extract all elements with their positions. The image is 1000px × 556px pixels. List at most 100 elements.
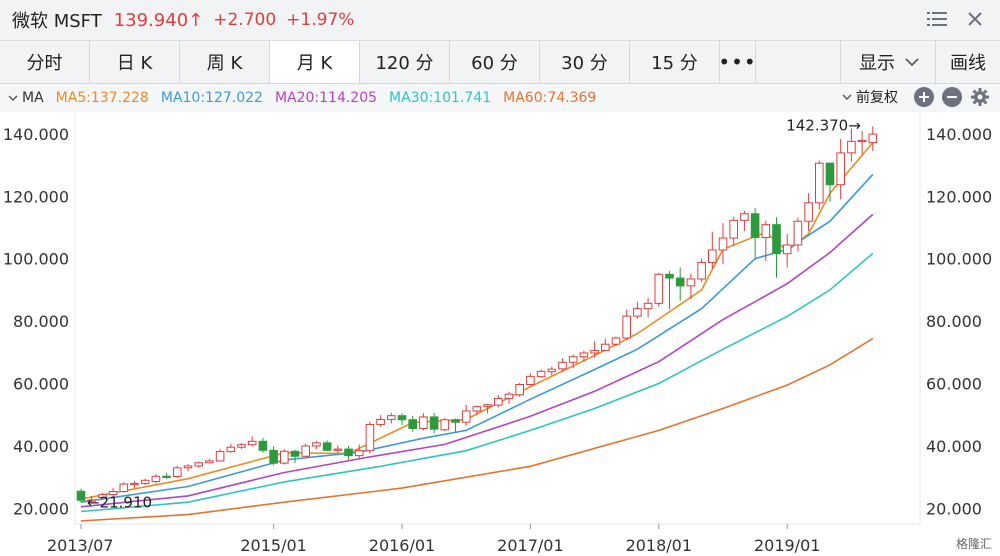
- tab-60min[interactable]: 60 分: [450, 41, 540, 83]
- y-tick-label-right: 60.000: [926, 375, 982, 394]
- tab-30min[interactable]: 30 分: [540, 41, 630, 83]
- candle-body-up: [633, 308, 642, 317]
- close-icon[interactable]: [964, 8, 986, 30]
- candle-body-up: [237, 444, 246, 448]
- candle-body-down: [825, 162, 835, 186]
- price-adjust-label: 前复权: [856, 90, 898, 106]
- display-label: 显示: [859, 53, 895, 74]
- candle-body-up: [697, 261, 706, 280]
- period-tab-bar: 分时 日 K 周 K 月 K 120 分 60 分 30 分 15 分 ••• …: [0, 41, 1000, 84]
- tab-weekly-k[interactable]: 周 K: [180, 41, 270, 83]
- ma30-value: MA30:101.741: [389, 90, 492, 106]
- candle-body-down: [665, 273, 674, 279]
- zoom-out-icon[interactable]: [942, 87, 962, 107]
- candle[interactable]: [119, 482, 129, 493]
- tab-intraday[interactable]: 分时: [0, 41, 90, 83]
- candle-body-up: [301, 445, 310, 457]
- candle-body-up: [376, 418, 385, 425]
- tab-monthly-k[interactable]: 月 K: [270, 41, 360, 83]
- price-adjust-dropdown[interactable]: 前复权: [842, 87, 898, 107]
- gear-icon[interactable]: [970, 87, 990, 107]
- candle-body-up: [494, 398, 503, 406]
- candle-body-up: [804, 202, 813, 222]
- candle-body-up: [622, 315, 632, 339]
- y-tick-label-left: 100.000: [3, 250, 69, 269]
- y-tick-label-right: 20.000: [926, 499, 982, 518]
- tab-daily-k[interactable]: 日 K: [90, 41, 180, 83]
- candle-body-down: [290, 450, 300, 457]
- candle-body-down: [429, 416, 439, 430]
- candle-body-up: [793, 220, 803, 246]
- draw-line-button[interactable]: 画线: [935, 41, 1000, 83]
- tab-15min[interactable]: 15 分: [630, 41, 720, 83]
- candle-body-up: [472, 406, 482, 412]
- y-tick-label-left: 20.000: [13, 499, 69, 518]
- candle-body-down: [344, 448, 353, 457]
- zoom-in-icon[interactable]: [914, 87, 934, 107]
- candle-body-up: [836, 152, 846, 186]
- stock-price: 139.940↑: [113, 9, 204, 31]
- candlestick-chart[interactable]: 140.000 140.000 120.000 120.000 100.000 100.0…: [0, 112, 1000, 556]
- candle-body-up: [354, 450, 364, 457]
- candle-body-up: [140, 479, 150, 484]
- y-tick-label-right: 120.000: [926, 187, 992, 206]
- candle-body-down: [750, 213, 760, 238]
- ma-toggle[interactable]: MA: [8, 90, 44, 106]
- candle-body-up: [857, 139, 867, 143]
- candle[interactable]: [515, 382, 525, 397]
- x-tick-label: 2015/01: [240, 536, 306, 555]
- candle-body-up: [365, 423, 375, 452]
- candle-body-down: [269, 449, 278, 464]
- candle[interactable]: [440, 418, 450, 431]
- chevron-down-icon: [8, 95, 18, 101]
- candle[interactable]: [654, 272, 664, 307]
- y-tick-label-left: 140.000: [3, 125, 69, 144]
- candle-body-up: [601, 343, 610, 351]
- candle[interactable]: [301, 443, 310, 458]
- more-tabs-button[interactable]: •••: [718, 41, 756, 83]
- watermark: 格隆汇: [955, 537, 992, 551]
- candle-body-up: [590, 349, 599, 354]
- ma-indicator-bar: MA MA5:137.228 MA10:127.022 MA20:114.205…: [0, 84, 1000, 113]
- candle[interactable]: [815, 160, 824, 210]
- candle-body-up: [461, 410, 471, 423]
- candle[interactable]: [280, 449, 289, 465]
- ma10-value: MA10:127.022: [160, 90, 263, 106]
- candle-body-up: [654, 273, 664, 304]
- candle-body-down: [322, 442, 332, 451]
- candle-body-up: [761, 224, 771, 238]
- candle[interactable]: [697, 258, 706, 283]
- chevron-down-icon: [905, 58, 919, 67]
- high-annotation: 142.370→: [786, 116, 861, 134]
- candle[interactable]: [365, 421, 375, 454]
- ma20-value: MA20:114.205: [274, 90, 378, 106]
- y-tick-label-left: 60.000: [13, 375, 69, 394]
- candle-body-down: [76, 490, 86, 501]
- candle[interactable]: [173, 465, 182, 478]
- list-menu-icon[interactable]: [926, 8, 948, 30]
- candle-body-down: [408, 419, 417, 429]
- y-tick-label-left: 40.000: [13, 437, 69, 456]
- candle[interactable]: [76, 488, 86, 503]
- tab-120min[interactable]: 120 分: [360, 41, 450, 83]
- candle-body-up: [419, 416, 428, 429]
- y-tick-label-right: 40.000: [926, 437, 982, 456]
- candle-body-up: [173, 467, 182, 478]
- candle-body-down: [675, 277, 685, 287]
- candle-body-up: [611, 337, 621, 345]
- candle-body-up: [483, 404, 492, 408]
- candle-body-up: [312, 442, 321, 447]
- display-dropdown[interactable]: 显示: [840, 41, 935, 83]
- candle-body-up: [440, 419, 450, 431]
- candle-body-up: [183, 465, 193, 469]
- ma-label: MA: [22, 90, 44, 106]
- y-tick-label-right: 100.000: [926, 250, 992, 269]
- candle-body-up: [526, 375, 535, 385]
- candle-body-up: [333, 448, 343, 451]
- candle-body-up: [205, 460, 214, 464]
- x-tick-label: 2019/01: [754, 536, 820, 555]
- candle-body-up: [729, 219, 739, 239]
- candle-body-down: [162, 475, 171, 478]
- candle[interactable]: [611, 336, 621, 347]
- candle-body-up: [226, 446, 236, 453]
